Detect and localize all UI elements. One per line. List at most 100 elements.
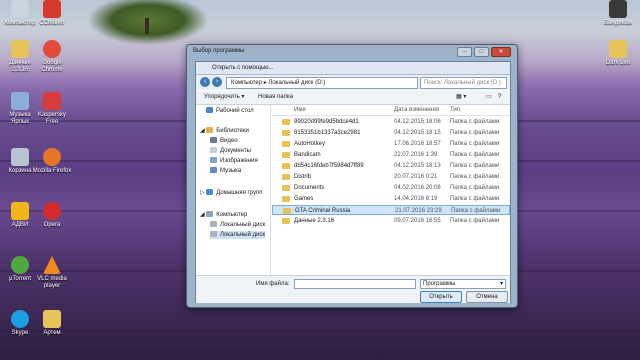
close-button[interactable]: ✕ <box>491 47 511 57</box>
open-button[interactable]: Открыть <box>420 291 462 303</box>
desktop-icon-artem-folder[interactable]: Артем <box>32 310 72 337</box>
desktop-icon-label: Opera <box>43 222 61 228</box>
desktop-icon-firefox[interactable]: Mozilla Firefox <box>32 148 72 175</box>
nav-item-documents[interactable]: Документы <box>210 147 251 155</box>
file-row[interactable]: Games 14.04.2016 8:19 Папка с файлами <box>272 194 510 204</box>
library-icon <box>206 127 214 134</box>
folder-icon <box>282 141 290 147</box>
desktop-icon-ccleaner[interactable]: CCleaner <box>32 0 72 27</box>
desktop-icon-label: Артем <box>43 330 61 336</box>
folder-icon <box>609 40 627 58</box>
nav-item-local-disk-d[interactable]: Локальный диск <box>210 231 266 239</box>
file-date: 04.12.2015 18:13 <box>394 163 441 169</box>
file-name: Documents <box>294 185 325 191</box>
file-type: Папка с файлами <box>450 152 500 158</box>
breadcrumb[interactable]: Компьютер ▸ Локальный диск (D:) <box>226 77 418 89</box>
nav-item-computer[interactable]: ◢ Компьютер <box>200 211 247 219</box>
file-row[interactable]: Documents 04.02.2016 20:08 Папка с файлами <box>272 183 510 193</box>
drive-icon <box>210 221 217 228</box>
adwcleaner-icon <box>11 202 29 220</box>
desktop-icon-vlc[interactable]: VLC media player <box>32 256 72 290</box>
breadcrumb-item-drive-d[interactable]: Локальный диск (D:) <box>268 80 325 86</box>
column-header-date[interactable]: Дата изменения <box>394 105 439 115</box>
ccleaner-icon <box>43 0 61 18</box>
music-icon <box>210 167 217 174</box>
file-row[interactable]: AutoHotkey 17.06.2016 18:57 Папка с файлам… <box>272 139 510 149</box>
preview-pane-icon[interactable]: ▭ <box>486 91 492 104</box>
forward-button[interactable]: › <box>212 77 222 87</box>
lavender-row <box>0 330 640 332</box>
file-type: Папка с файлами <box>450 163 500 169</box>
desktop-icon-label: CCleaner <box>39 20 65 26</box>
nav-item-label: Библиотеки <box>216 128 249 134</box>
desktop-icon-dark-leo[interactable]: Dark Leo <box>598 40 638 67</box>
minimize-button[interactable]: – <box>457 47 472 57</box>
file-name: Bandicam <box>294 152 321 158</box>
file-browser-panel: Открыть с помощью... ‹ › Компьютер ▸ Лок… <box>195 61 511 303</box>
breadcrumb-item-computer[interactable]: Компьютер <box>231 80 262 86</box>
desktop-icon-bandicam[interactable]: Бандикам <box>598 0 638 27</box>
nav-item-video[interactable]: Видео <box>210 137 238 145</box>
file-row[interactable]: Distrib 20.07.2016 0:21 Папка с файлами <box>272 172 510 182</box>
back-button[interactable]: ‹ <box>200 77 210 87</box>
chrome-icon <box>43 40 61 58</box>
file-date: 04.12.2015 18:15 <box>394 130 441 136</box>
nav-item-images[interactable]: Изображения <box>210 157 258 165</box>
nav-item-homegroup[interactable]: ▷ Домашняя групп <box>200 189 262 197</box>
nav-item-libraries[interactable]: ◢ Библиотеки <box>200 127 249 135</box>
desktop-icon <box>206 107 213 114</box>
firefox-icon <box>43 148 61 166</box>
file-row[interactable]: db54c16fdeb7f5984d7ff89 04.12.2015 18:13 П… <box>272 161 510 171</box>
file-type: Папка с файлами <box>450 174 500 180</box>
file-date: 20.07.2016 0:21 <box>394 174 438 180</box>
file-row[interactable]: Bandicam 22.07.2016 1:39 Папка с файлами <box>272 150 510 160</box>
view-options-icon[interactable]: ▦ ▾ <box>456 91 466 104</box>
filename-input[interactable] <box>294 279 416 289</box>
video-icon <box>210 137 217 144</box>
file-row[interactable]: 99020d99fe9d5bdce4d1 04.12.2015 18:06 Папк… <box>272 117 510 127</box>
desktop-icon-label: Бандикам <box>604 20 632 26</box>
documents-icon <box>210 147 217 154</box>
file-date: 04.02.2016 20:08 <box>394 185 441 191</box>
desktop-icon-label: Google Chrome <box>41 60 63 73</box>
file-type: Папка с файлами <box>450 130 500 136</box>
maximize-button[interactable]: □ <box>474 47 489 57</box>
filetype-select[interactable]: Программы ▾ <box>420 279 506 289</box>
skype-icon <box>11 310 29 328</box>
file-date: 09.07.2016 16:55 <box>394 218 441 224</box>
open-with-dialog: Выбор программы – □ ✕ Открыть с помощью.… <box>186 44 518 308</box>
nav-item-label: Локальный диск <box>220 222 266 228</box>
search-input[interactable]: Поиск: Локальный диск (D:) <box>420 77 507 89</box>
nav-item-local-disk-c[interactable]: Локальный диск <box>210 221 265 229</box>
desktop-icon-kaspersky[interactable]: Kaspersky Free <box>32 92 72 126</box>
file-name: GTA Criminal Russia <box>295 208 351 214</box>
drive-icon <box>210 231 217 238</box>
address-bar-row: ‹ › Компьютер ▸ Локальный диск (D:) Поис… <box>196 75 510 90</box>
opera-icon <box>43 202 61 220</box>
column-header-type[interactable]: Тип <box>450 105 460 115</box>
column-header-name[interactable]: Имя <box>294 105 306 115</box>
file-type: Папка с файлами <box>450 196 500 202</box>
nav-item-label: Изображения <box>220 158 258 164</box>
file-name: db54c16fdeb7f5984d7ff89 <box>294 163 364 169</box>
file-name: Данные 2.3.16 <box>294 218 335 224</box>
file-row[interactable]: 8153351b1337a3ce2981 04.12.2015 18:15 Папк… <box>272 128 510 138</box>
nav-item-desktop[interactable]: Рабочий стол <box>206 107 254 115</box>
file-type: Папка с файлами <box>451 208 501 214</box>
desktop-icon-chrome[interactable]: Google Chrome <box>32 40 72 74</box>
file-row-selected[interactable]: GTA Criminal Russia 21.07.2016 23:29 Папка… <box>272 205 510 215</box>
file-row[interactable]: Данные 2.3.16 09.07.2016 16:55 Папка с фай… <box>272 216 510 226</box>
cancel-button[interactable]: Отмена <box>466 291 508 303</box>
folder-icon <box>282 174 290 180</box>
desktop-icon-opera[interactable]: Opera <box>32 202 72 229</box>
nav-item-music[interactable]: Музыка <box>210 167 241 175</box>
file-name: AutoHotkey <box>294 141 326 147</box>
help-icon[interactable]: ? <box>498 91 501 104</box>
folder-icon <box>282 196 290 202</box>
new-folder-button[interactable]: Новая папка <box>258 91 293 104</box>
computer-icon <box>206 211 214 218</box>
folder-icon <box>282 163 290 169</box>
images-icon <box>210 157 217 164</box>
organize-menu-button[interactable]: Упорядочить ▾ <box>204 91 244 104</box>
folder-icon <box>11 40 29 58</box>
